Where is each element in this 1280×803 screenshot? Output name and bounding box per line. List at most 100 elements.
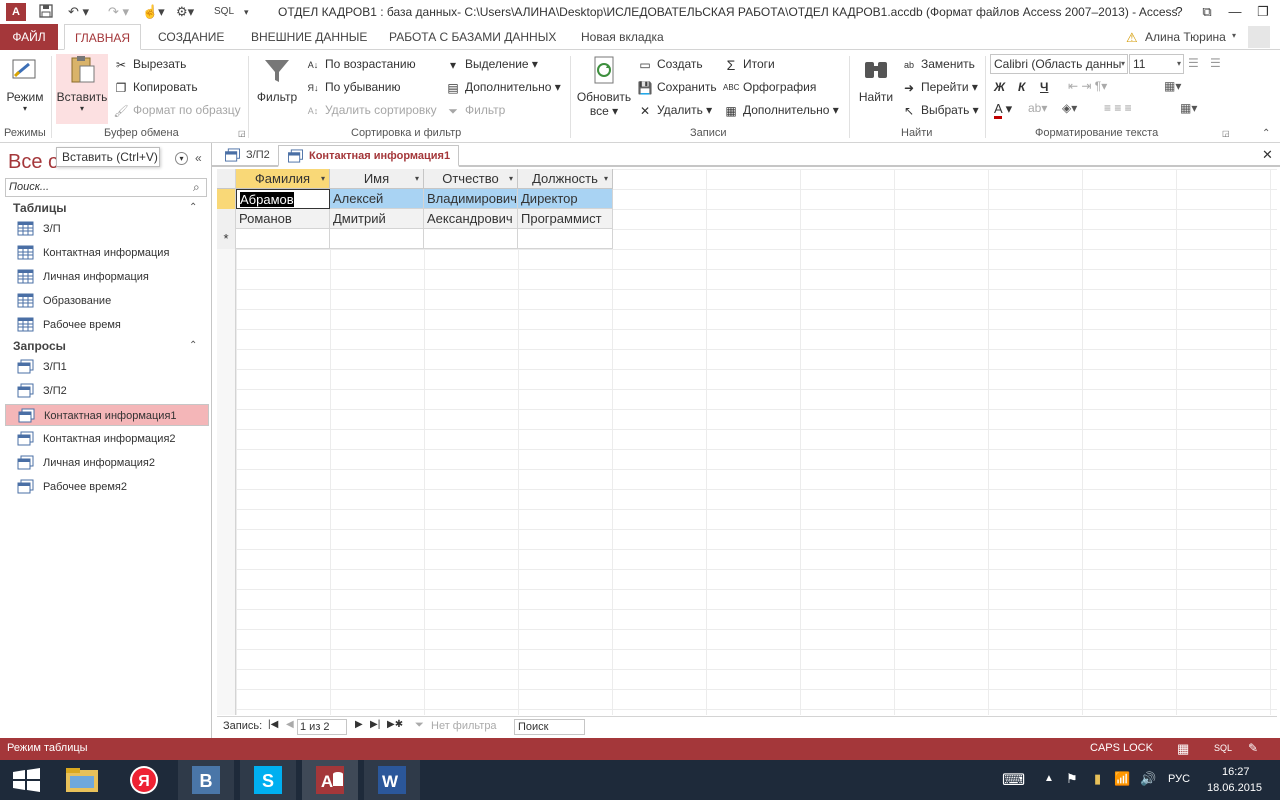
nav-table-item[interactable]: Контактная информация bbox=[5, 242, 209, 264]
view-button[interactable]: Режим ▾ bbox=[4, 54, 46, 113]
nav-table-item[interactable]: Рабочее время bbox=[5, 314, 209, 336]
chevron-down-icon[interactable]: ▾ bbox=[321, 169, 325, 188]
doc-tab-zp2[interactable]: З/П2 bbox=[216, 145, 270, 167]
no-filter-label[interactable]: Нет фильтра bbox=[431, 720, 497, 732]
close-icon[interactable]: ✕ bbox=[1262, 147, 1273, 163]
tab-new[interactable]: Новая вкладка bbox=[581, 24, 664, 50]
search-icon[interactable]: ⌕ bbox=[193, 180, 200, 195]
ribbon-display-options-icon[interactable]: ⧉ bbox=[1194, 2, 1220, 22]
datasheet-search-input[interactable]: Поиск bbox=[514, 719, 585, 735]
nav-query-item-selected[interactable]: Контактная информация1 bbox=[5, 404, 209, 426]
first-record-button[interactable]: |◀ bbox=[268, 719, 278, 730]
nav-table-item[interactable]: Личная информация bbox=[5, 266, 209, 288]
chevron-down-icon[interactable]: ▾ bbox=[415, 169, 419, 188]
tab-create[interactable]: СОЗДАНИЕ bbox=[158, 24, 224, 50]
nav-query-item[interactable]: Рабочее время2 bbox=[5, 476, 209, 498]
chevron-down-icon[interactable]: ▾ bbox=[509, 169, 513, 188]
language-indicator[interactable]: РУС bbox=[1168, 773, 1190, 785]
collapse-ribbon-icon[interactable]: ⌃ bbox=[1262, 128, 1270, 139]
paste-button[interactable]: Вставить ▾ bbox=[56, 54, 108, 124]
nav-menu-icon[interactable]: ▾ bbox=[175, 152, 188, 165]
touch-mode-icon[interactable]: ☝▾ bbox=[142, 3, 165, 21]
indent-icon[interactable]: ⇤ ⇥ ¶▾ bbox=[1068, 79, 1107, 93]
table-cell[interactable]: Владимирович bbox=[424, 189, 518, 209]
user-name[interactable]: Алина Тюрина bbox=[1145, 30, 1226, 44]
fill-color-icon[interactable]: ◈▾ bbox=[1062, 101, 1077, 115]
goto-button[interactable]: ➜ Перейти ▾ bbox=[901, 77, 978, 97]
new-row-cell[interactable] bbox=[236, 229, 330, 249]
alternate-row-color-icon[interactable]: ▦▾ bbox=[1180, 101, 1197, 115]
table-cell[interactable]: Директор bbox=[518, 189, 613, 209]
highlight-icon[interactable]: ab▾ bbox=[1028, 101, 1047, 115]
table-cell[interactable]: Алексей bbox=[330, 189, 424, 209]
user-dropdown-icon[interactable]: ▾ bbox=[1232, 31, 1236, 40]
prev-record-button[interactable]: ◀ bbox=[286, 719, 294, 730]
advanced-filter-button[interactable]: ▤ Дополнительно ▾ bbox=[445, 77, 560, 97]
numbering-icon[interactable]: ☰ bbox=[1210, 56, 1221, 70]
start-button[interactable] bbox=[0, 760, 56, 800]
file-explorer-icon[interactable] bbox=[54, 760, 110, 800]
chevron-down-icon[interactable]: ▾ bbox=[604, 169, 608, 188]
word-taskbar-icon[interactable]: W bbox=[364, 760, 420, 800]
nav-search-input[interactable]: Поиск... bbox=[5, 178, 207, 197]
datasheet-view-icon[interactable]: ▦ bbox=[1177, 741, 1189, 757]
design-view-icon[interactable]: ✎ bbox=[1248, 741, 1258, 755]
nav-pane-title[interactable]: Все о bbox=[8, 151, 59, 174]
redo-icon[interactable]: ↷ ▾ bbox=[108, 3, 129, 21]
italic-button[interactable]: К bbox=[1018, 77, 1025, 97]
copy-button[interactable]: ❐ Копировать bbox=[113, 77, 198, 97]
section-collapse-icon[interactable]: ⌃ bbox=[189, 340, 197, 351]
clipboard-launcher-icon[interactable]: ◲ bbox=[238, 129, 246, 138]
column-header-lastname[interactable]: Фамилия ▾ bbox=[236, 169, 330, 189]
new-record-button[interactable]: ▭ Создать bbox=[637, 54, 702, 74]
skype-icon[interactable]: S bbox=[240, 760, 296, 800]
bold-button[interactable]: Ж bbox=[994, 77, 1005, 97]
column-header-firstname[interactable]: Имя ▾ bbox=[330, 169, 424, 189]
save-record-button[interactable]: 💾 Сохранить bbox=[637, 77, 717, 97]
datasheet-grid[interactable]: * Фамилия ▾ Имя ▾ Отчество ▾ Должность ▾ Абр… bbox=[217, 169, 1277, 715]
battery-icon[interactable]: ▮ bbox=[1094, 771, 1101, 787]
record-position-input[interactable]: 1 из 2 bbox=[297, 719, 347, 735]
avatar[interactable] bbox=[1248, 26, 1270, 48]
restore-button[interactable]: ❐ bbox=[1250, 2, 1276, 22]
column-header-position[interactable]: Должность ▾ bbox=[518, 169, 613, 189]
clock-time[interactable]: 16:27 bbox=[1222, 766, 1250, 778]
totals-button[interactable]: Σ Итоги bbox=[723, 54, 775, 74]
align-icons[interactable]: ≡ ≡ ≡ bbox=[1104, 101, 1132, 115]
sort-descending-button[interactable]: Я↓ По убыванию bbox=[305, 77, 401, 97]
nav-table-item[interactable]: Образование bbox=[5, 290, 209, 312]
format-painter-button[interactable]: 🖌 Формат по образцу bbox=[113, 100, 240, 120]
nav-query-item[interactable]: Личная информация2 bbox=[5, 452, 209, 474]
new-row-cell[interactable] bbox=[518, 229, 613, 249]
nav-section-tables[interactable]: Таблицы bbox=[13, 201, 66, 215]
row-selector[interactable] bbox=[217, 189, 236, 209]
column-header-patronymic[interactable]: Отчество ▾ bbox=[424, 169, 518, 189]
delete-record-button[interactable]: ✕ Удалить ▾ bbox=[637, 100, 712, 120]
tab-external-data[interactable]: ВНЕШНИЕ ДАННЫЕ bbox=[251, 24, 367, 50]
row-selector[interactable] bbox=[217, 209, 236, 229]
select-all-corner[interactable] bbox=[217, 169, 236, 189]
tab-database-tools[interactable]: РАБОТА С БАЗАМИ ДАННЫХ bbox=[389, 24, 556, 50]
table-cell-active[interactable]: Абрамов bbox=[236, 189, 330, 209]
table-cell[interactable]: Романов bbox=[236, 209, 330, 229]
minimize-button[interactable]: — bbox=[1222, 2, 1248, 22]
sort-ascending-button[interactable]: A↓ По возрастанию bbox=[305, 54, 416, 74]
toggle-filter-button[interactable]: ⏷ Фильтр bbox=[445, 100, 505, 120]
undo-icon[interactable]: ↶ ▾ bbox=[68, 3, 89, 21]
volume-icon[interactable]: 🔊 bbox=[1140, 771, 1156, 787]
find-button[interactable]: Найти bbox=[854, 54, 898, 104]
no-filter-icon[interactable]: ⏷ bbox=[415, 719, 424, 732]
flag-icon[interactable]: ⚑ bbox=[1066, 771, 1078, 787]
clock-date[interactable]: 18.06.2015 bbox=[1207, 782, 1262, 794]
nav-collapse-icon[interactable]: « bbox=[195, 151, 202, 165]
sql-view-button[interactable]: SQL bbox=[214, 3, 234, 21]
font-size-select[interactable]: 11 ▾ bbox=[1129, 54, 1184, 74]
customize-qat-icon[interactable]: ⚙▾ bbox=[176, 3, 194, 21]
remove-sort-button[interactable]: A↕ Удалить сортировку bbox=[305, 100, 437, 120]
sql-view-icon[interactable]: SQL bbox=[1214, 743, 1232, 753]
font-name-select[interactable]: Calibri (Область данны ▾ bbox=[990, 54, 1128, 74]
access-taskbar-icon[interactable]: A bbox=[302, 760, 358, 800]
save-icon[interactable] bbox=[38, 3, 54, 21]
font-color-icon[interactable]: A ▾ bbox=[994, 101, 1012, 119]
doc-tab-contact-info1[interactable]: Контактная информация1 bbox=[278, 145, 460, 167]
